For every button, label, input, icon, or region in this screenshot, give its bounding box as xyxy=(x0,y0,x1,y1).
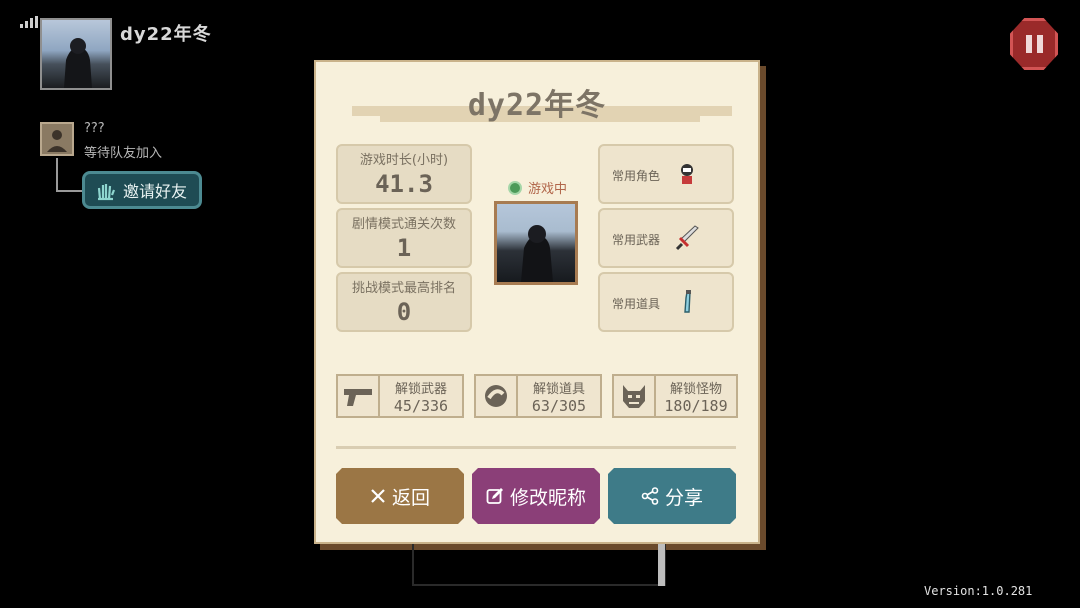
unlock-label: 解锁武器 xyxy=(394,382,447,397)
pause-icon xyxy=(1025,35,1032,53)
favorite-item[interactable]: 常用道具 xyxy=(598,272,734,332)
share-icon xyxy=(641,487,659,505)
signal-icon xyxy=(20,16,38,28)
unlock-value: 45/336 xyxy=(393,397,449,415)
version-label: Version:1.0.281 xyxy=(924,584,1033,598)
character-icon xyxy=(681,164,693,184)
monster-icon xyxy=(614,376,656,416)
pause-button[interactable] xyxy=(1010,18,1058,70)
unlock-label: 解锁怪物 xyxy=(669,382,722,397)
stat-value: 1 xyxy=(396,234,412,262)
stat-label: 挑战模式最高排名 xyxy=(351,281,456,296)
close-icon xyxy=(370,488,386,504)
rename-label: 修改昵称 xyxy=(509,486,586,509)
player-avatar[interactable] xyxy=(40,18,112,90)
sword-icon xyxy=(675,225,699,251)
stat-value: 0 xyxy=(396,298,412,326)
avatar-photo xyxy=(64,38,92,88)
hand-wave-icon xyxy=(97,184,116,201)
stat-label: 剧情模式通关次数 xyxy=(351,217,456,232)
favorite-character[interactable]: 常用角色 xyxy=(598,144,734,204)
panel-title: dy22年冬 xyxy=(467,88,607,123)
favorite-label: 常用武器 xyxy=(612,233,661,247)
unlock-label: 解锁道具 xyxy=(532,382,585,397)
unlock-value: 63/305 xyxy=(531,397,587,415)
unlock-weapons[interactable]: 解锁武器 45/336 xyxy=(336,374,464,418)
favorite-label: 常用角色 xyxy=(612,169,661,183)
potion-icon xyxy=(684,290,691,313)
rename-button[interactable]: 修改昵称 xyxy=(472,468,600,524)
stat-label: 游戏时长(小时) xyxy=(359,153,449,168)
stat-challenge-rank: 挑战模式最高排名 0 xyxy=(336,272,472,332)
invite-friend-label: 邀请好友 xyxy=(123,182,188,201)
online-status: 游戏中 xyxy=(508,178,567,197)
unlock-items[interactable]: 解锁道具 63/305 xyxy=(474,374,602,418)
invite-friend-button[interactable]: 邀请好友 xyxy=(82,171,202,209)
stat-story-clears: 剧情模式通关次数 1 xyxy=(336,208,472,268)
teammate-avatar xyxy=(40,122,74,156)
stat-value: 41.3 xyxy=(375,170,433,198)
item-icon xyxy=(476,376,518,416)
edit-icon xyxy=(486,487,504,505)
panel-stand xyxy=(412,544,666,586)
player-name: dy22年冬 xyxy=(120,24,212,45)
unlock-monsters[interactable]: 解锁怪物 180/189 xyxy=(612,374,738,418)
unlock-value: 180/189 xyxy=(664,397,728,415)
status-label: 游戏中 xyxy=(528,182,568,197)
favorite-weapon[interactable]: 常用武器 xyxy=(598,208,734,268)
teammate-status: 等待队友加入 xyxy=(84,146,163,161)
stat-playtime: 游戏时长(小时) 41.3 xyxy=(336,144,472,204)
share-button[interactable]: 分享 xyxy=(608,468,736,524)
status-dot-icon xyxy=(508,180,522,195)
profile-picture xyxy=(494,201,578,285)
teammate-name: ??? xyxy=(84,121,105,136)
back-label: 返回 xyxy=(391,486,430,509)
panel-stand-post xyxy=(658,544,665,586)
favorite-label: 常用道具 xyxy=(612,297,661,311)
share-label: 分享 xyxy=(664,486,703,509)
pistol-icon xyxy=(338,376,380,416)
back-button[interactable]: 返回 xyxy=(336,468,464,524)
divider xyxy=(336,446,736,449)
tree-connector xyxy=(56,158,82,192)
